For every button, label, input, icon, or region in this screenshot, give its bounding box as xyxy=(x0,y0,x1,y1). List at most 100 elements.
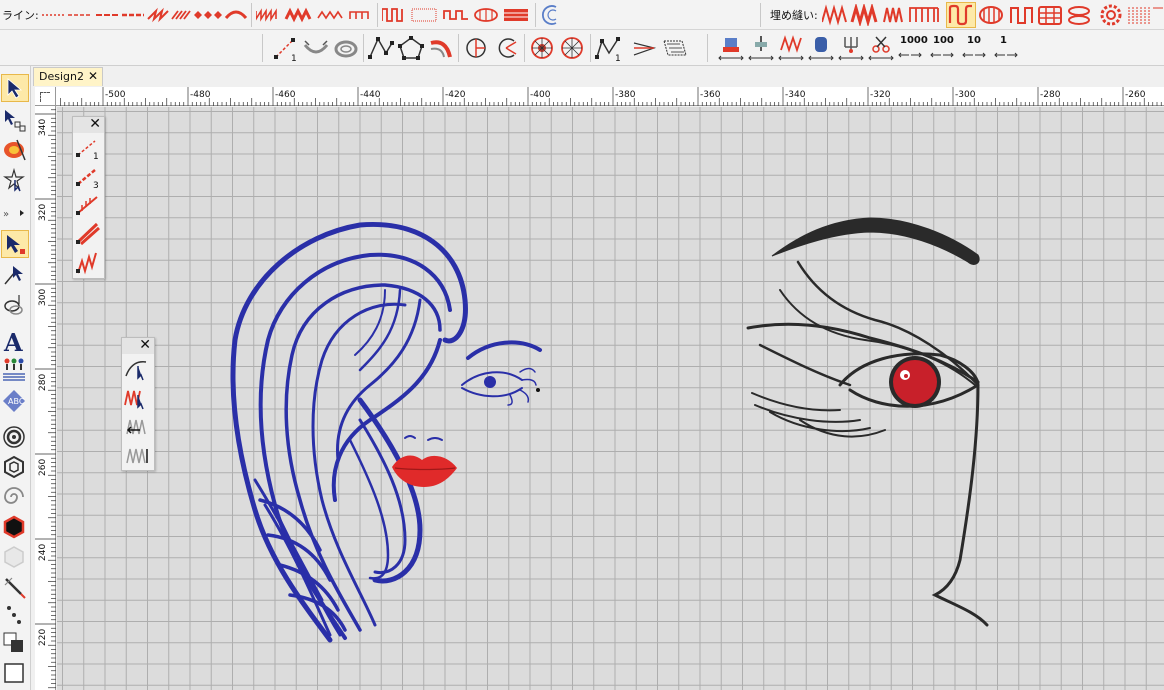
fill-label: 埋め縫い: xyxy=(770,9,818,22)
people-icon[interactable] xyxy=(1,356,29,384)
needle-icon[interactable] xyxy=(1,574,29,602)
digitizing-toolbar: 1 1 1000 100 10 1 xyxy=(0,30,1164,66)
ruler-v-label: 300 xyxy=(38,289,48,306)
ruler-v-label: 320 xyxy=(38,204,48,221)
stitch-back-tool[interactable] xyxy=(122,412,152,441)
ruler-v-label: 340 xyxy=(38,119,48,136)
fork-travel-icon[interactable] xyxy=(836,33,866,63)
scissors-travel-icon[interactable] xyxy=(866,33,896,63)
ruler-h-label: -280 xyxy=(1040,90,1061,100)
single-line-tool[interactable]: 1 xyxy=(73,133,103,162)
arc-icon[interactable] xyxy=(538,3,564,27)
svg-text:3: 3 xyxy=(93,181,99,191)
reshape-icon[interactable] xyxy=(1,230,29,258)
fill-wave-button[interactable] xyxy=(946,2,976,28)
count-1000[interactable]: 1000 xyxy=(900,35,928,46)
left-toolbox: » A ABC xyxy=(0,66,31,690)
stitch-fill-icon[interactable] xyxy=(660,33,690,63)
line-stitch-icons[interactable] xyxy=(42,6,248,24)
stitch-count-buttons[interactable]: 1000 100 10 1 xyxy=(897,33,1021,63)
polygon-shape-icon[interactable] xyxy=(366,33,396,63)
expand-toolbox-icon[interactable]: » xyxy=(1,204,29,220)
close-palette-icon[interactable]: ✕ xyxy=(89,116,101,132)
ruler-v-label: 220 xyxy=(38,629,48,646)
woman-portrait[interactable] xyxy=(230,221,542,643)
bend-shape-icon[interactable] xyxy=(426,33,456,63)
curve-shape-icon[interactable] xyxy=(301,33,331,63)
stitch-icon[interactable] xyxy=(1,292,29,320)
ruler-h-label: -260 xyxy=(1125,90,1146,100)
zigzag-line-icon[interactable]: 1 xyxy=(594,33,624,63)
svg-text:1: 1 xyxy=(291,54,297,63)
embroidery-design[interactable] xyxy=(57,107,1164,690)
close-palette-icon[interactable]: ✕ xyxy=(139,337,151,353)
fill-pattern-icons[interactable] xyxy=(382,5,532,25)
ruler-h-label: -300 xyxy=(955,90,976,100)
ruler-h-label: -460 xyxy=(275,90,296,100)
pentagon-shape-icon[interactable] xyxy=(396,33,426,63)
spiral-icon[interactable] xyxy=(1,484,29,512)
node-edit-icon[interactable] xyxy=(1,262,29,290)
zigzag-travel-icon[interactable] xyxy=(776,33,806,63)
travel-stitch-icon[interactable] xyxy=(716,33,746,63)
color-swap-icon[interactable] xyxy=(1,630,29,658)
fill-stitch-icons-1[interactable] xyxy=(822,4,942,26)
ruler-v-label: 240 xyxy=(38,544,48,561)
circle-target-icon[interactable] xyxy=(1,424,29,452)
ruler-v-label: 260 xyxy=(38,459,48,476)
eye-iris[interactable] xyxy=(889,356,941,408)
close-tab-icon[interactable]: ✕ xyxy=(88,69,98,83)
palette-header[interactable]: ✕ xyxy=(122,337,154,354)
ruler-h-label: -380 xyxy=(615,90,636,100)
star-select-icon[interactable] xyxy=(1,166,29,194)
circle-add-icon[interactable] xyxy=(462,33,492,63)
curve-edit-tool[interactable] xyxy=(122,354,152,383)
count-1[interactable]: 1 xyxy=(1000,35,1007,46)
select-arrow-icon[interactable] xyxy=(1,74,29,102)
satin-line-tool[interactable] xyxy=(73,220,103,249)
square-icon[interactable] xyxy=(1,660,29,688)
count-10[interactable]: 10 xyxy=(967,35,981,46)
ruler-h-label: -480 xyxy=(190,90,211,100)
svg-text:ABC: ABC xyxy=(8,397,25,406)
count-100[interactable]: 100 xyxy=(933,35,954,46)
spoke-fill-icon[interactable] xyxy=(557,33,587,63)
stitch-gray-tool[interactable] xyxy=(122,441,152,470)
palette-header[interactable]: ✕ xyxy=(73,116,104,133)
document-tab[interactable]: Design2 ✕ xyxy=(33,67,103,86)
monogram-icon[interactable]: ABC xyxy=(1,388,29,416)
woman-lips[interactable] xyxy=(392,455,457,487)
open-shape-icon[interactable]: 1 xyxy=(271,33,301,63)
spool-travel-icon[interactable] xyxy=(806,33,836,63)
design-canvas[interactable]: ✕ 1 3 ✕ xyxy=(57,107,1164,690)
point-edit-icon[interactable] xyxy=(1,106,29,134)
circle-segment-icon[interactable] xyxy=(492,33,522,63)
zigzag-line-tool[interactable] xyxy=(73,249,103,278)
ruler-v-label: 280 xyxy=(38,374,48,391)
ruler-origin-corner[interactable] xyxy=(35,87,56,106)
vertical-ruler: 340 320 300 280 260 240 220 xyxy=(35,106,56,690)
ruler-h-label: -440 xyxy=(360,90,381,100)
text-A-icon[interactable]: A xyxy=(1,328,29,356)
color-pick-icon[interactable] xyxy=(1,136,29,164)
fill-stitch-icons-2[interactable] xyxy=(979,4,1164,26)
document-tab-title: Design2 xyxy=(39,70,84,83)
feather-line-tool[interactable] xyxy=(73,191,103,220)
stitch-edit-tool[interactable] xyxy=(122,383,152,412)
triple-line-tool[interactable]: 3 xyxy=(73,162,103,191)
direction-arrow-icon[interactable] xyxy=(630,33,660,63)
horizontal-ruler-ticks: -500 -480 -460 -440 -420 -400 -380 -360 -340 -320… xyxy=(60,87,1162,106)
eye-design[interactable] xyxy=(746,217,989,627)
edit-tools-palette: ✕ xyxy=(121,337,155,471)
hexagon-red-icon[interactable] xyxy=(1,514,29,542)
dots-icon[interactable] xyxy=(1,602,29,630)
hexagon-gray-icon[interactable] xyxy=(1,544,29,572)
svg-text:1: 1 xyxy=(93,152,99,162)
radial-fill-icon[interactable] xyxy=(527,33,557,63)
needle-travel-icon[interactable] xyxy=(746,33,776,63)
count-arrows-icon xyxy=(898,52,1018,58)
satin-stitch-icons[interactable] xyxy=(256,6,374,24)
ring-shape-icon[interactable] xyxy=(331,33,361,63)
svg-text:»: » xyxy=(3,209,9,219)
hexagon-icon[interactable] xyxy=(1,454,29,482)
